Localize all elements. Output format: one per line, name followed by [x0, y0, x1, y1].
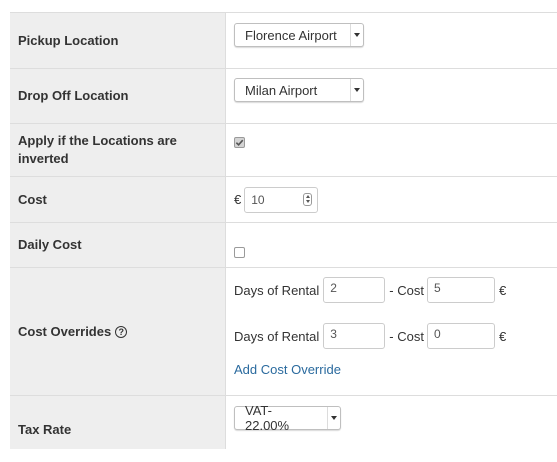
cost-override-item: Days of Rental 3 - Cost 0 € [234, 322, 506, 350]
cost-label: Cost [10, 177, 226, 222]
chevron-down-icon [327, 407, 340, 429]
pickup-location-label: Pickup Location [10, 13, 226, 68]
cost-currency: € [234, 192, 242, 207]
override-days-input[interactable]: 2 [323, 277, 386, 303]
override-currency: € [498, 328, 507, 344]
pickup-location-value: Florence Airport [245, 27, 337, 43]
override-cost-input[interactable]: 0 [426, 323, 495, 349]
row-dropoff-location: Drop Off Location Milan Airport [10, 69, 557, 124]
cost-overrides-label-cell: Cost Overrides ? [10, 268, 226, 395]
dropoff-location-value: Milan Airport [245, 82, 318, 98]
cost-override-item: Days of Rental 2 - Cost 5 € [234, 276, 506, 304]
location-fee-form: Pickup Location Florence Airport Drop Of… [10, 12, 557, 449]
row-cost: Cost € 10 [10, 177, 557, 223]
daily-cost-label: Daily Cost [10, 223, 226, 267]
chevron-down-icon [350, 79, 363, 101]
pickup-location-select[interactable]: Florence Airport [234, 23, 364, 47]
chevron-down-icon [350, 24, 363, 46]
override-cost-label: - Cost [389, 328, 424, 344]
days-of-rental-label: Days of Rental [234, 328, 320, 344]
row-daily-cost: Daily Cost [10, 223, 557, 268]
spinner-icon[interactable] [303, 192, 313, 206]
override-days-value: 2 [330, 281, 337, 295]
locations-inverted-label: Apply if the Locations are inverted [10, 124, 226, 176]
dropoff-location-label: Drop Off Location [10, 69, 226, 123]
cost-overrides-label: Cost Overrides [18, 323, 112, 339]
tax-rate-label: Tax Rate [10, 396, 226, 449]
override-cost-input[interactable]: 5 [426, 277, 495, 303]
question-circle-icon[interactable]: ? [115, 325, 128, 338]
row-tax-rate: Tax Rate VAT-22.00% [10, 396, 557, 449]
locations-inverted-checkbox[interactable] [234, 137, 245, 148]
override-cost-label: - Cost [389, 282, 424, 298]
cost-input[interactable]: 10 [244, 186, 319, 213]
row-locations-inverted: Apply if the Locations are inverted [10, 124, 557, 177]
override-currency: € [498, 282, 507, 298]
override-days-input[interactable]: 3 [323, 323, 386, 349]
row-cost-overrides: Cost Overrides ? Days of Rental 2 - Cost… [10, 268, 557, 396]
override-days-value: 3 [330, 327, 337, 341]
tax-rate-value: VAT-22.00% [245, 403, 290, 433]
daily-cost-checkbox[interactable] [234, 247, 245, 258]
override-cost-value: 5 [433, 281, 441, 295]
row-pickup-location: Pickup Location Florence Airport [10, 13, 557, 69]
days-of-rental-label: Days of Rental [234, 282, 320, 298]
dropoff-location-select[interactable]: Milan Airport [234, 78, 364, 102]
override-cost-value: 0 [433, 327, 441, 341]
checkmark-icon [235, 139, 244, 147]
tax-rate-select[interactable]: VAT-22.00% [234, 403, 341, 433]
add-cost-override-link[interactable]: Add Cost Override [234, 362, 341, 377]
cost-value: 10 [251, 192, 265, 207]
